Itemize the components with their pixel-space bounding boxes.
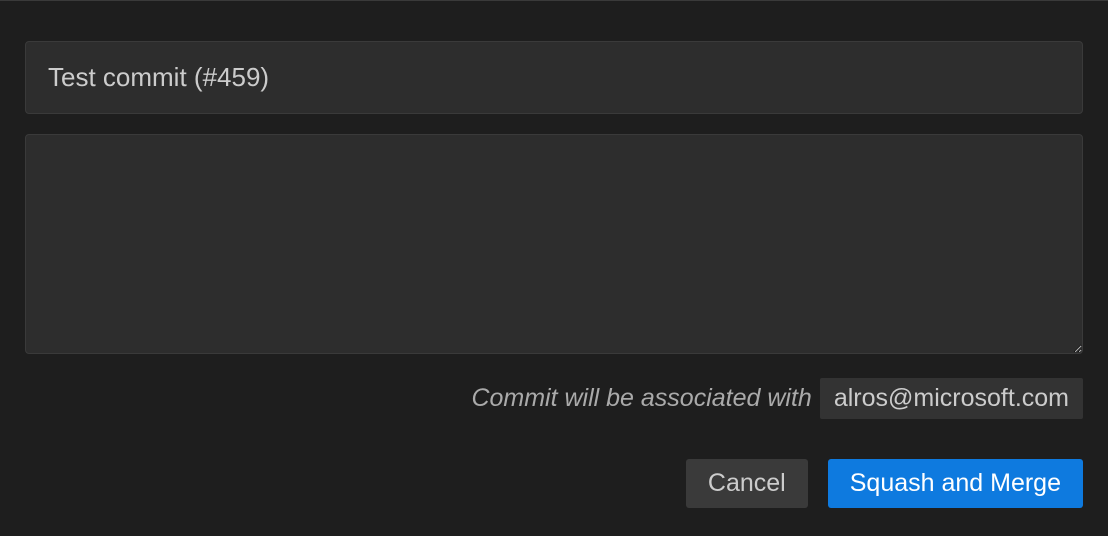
commit-author-email-select[interactable]: alros@microsoft.com [820,378,1083,419]
squash-and-merge-button[interactable]: Squash and Merge [828,459,1083,508]
commit-association-label: Commit will be associated with [471,384,811,413]
action-button-row: Cancel Squash and Merge [25,459,1083,508]
commit-association-row: Commit will be associated with alros@mic… [25,378,1083,419]
cancel-button[interactable]: Cancel [686,459,808,508]
commit-title-input[interactable] [25,41,1083,114]
merge-confirm-panel: Commit will be associated with alros@mic… [0,1,1108,528]
commit-description-input[interactable] [25,134,1083,354]
